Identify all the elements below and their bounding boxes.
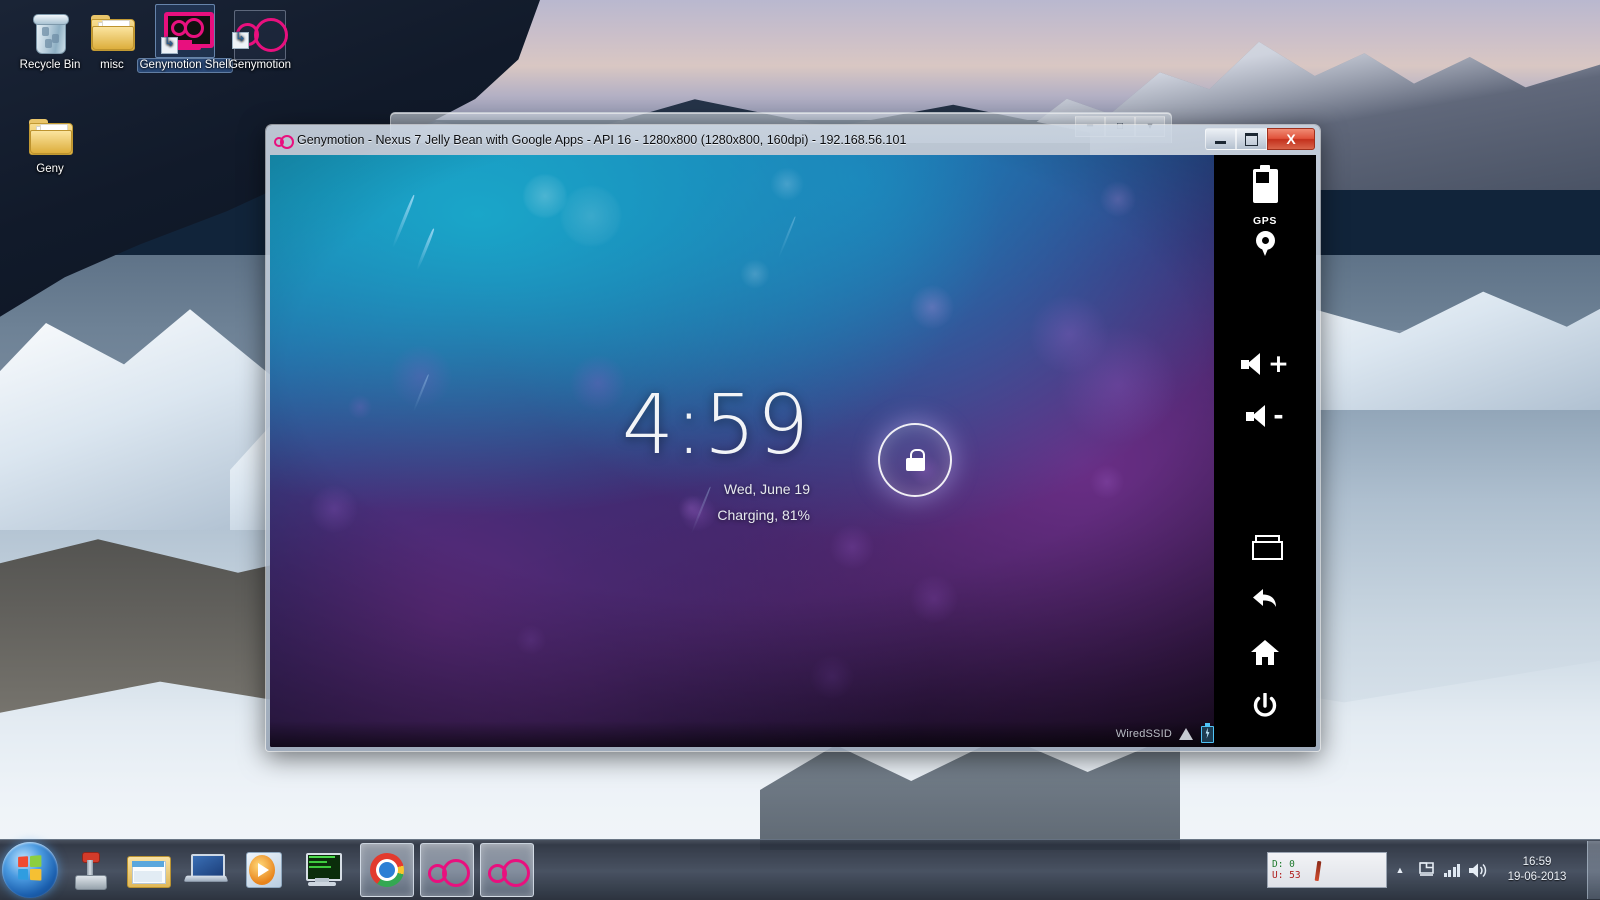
gps-label: GPS [1253, 215, 1277, 227]
clock-time: 16:59 [1491, 855, 1583, 870]
download-rate-label: D: 0 [1272, 859, 1386, 870]
taskbar-genymotion-button-1[interactable] [420, 843, 474, 897]
flag-icon [1418, 862, 1435, 879]
taskbar-computer-button[interactable] [180, 844, 232, 896]
explorer-icon [127, 853, 169, 887]
volume-down-icon [1246, 405, 1270, 427]
toolbar-back-button[interactable] [1214, 587, 1316, 611]
power-icon [1252, 693, 1278, 720]
taskbar-genymotion-button-2[interactable] [480, 843, 534, 897]
volume-button[interactable] [1465, 850, 1491, 890]
toolbar-gps-button[interactable]: GPS [1214, 215, 1316, 256]
action-center-button[interactable] [1413, 850, 1439, 890]
lockscreen-clock: 4:59 Wed, June 19 Charging, 81% [390, 385, 810, 523]
genymotion-icon [488, 859, 526, 881]
folder-icon [2, 112, 98, 160]
status-bar-ssid: WiredSSID [1116, 728, 1172, 740]
upload-rate-label: U: 53 [1272, 870, 1386, 881]
genymotion-icon [212, 8, 308, 56]
emulator-area: 4:59 Wed, June 19 Charging, 81% WiredSSI… [270, 155, 1316, 747]
taskbar-explorer-button[interactable] [122, 844, 174, 896]
home-icon [1251, 640, 1279, 665]
start-button[interactable] [2, 842, 58, 898]
toolbar-home-button[interactable] [1214, 640, 1316, 665]
android-screen[interactable]: 4:59 Wed, June 19 Charging, 81% WiredSSI… [270, 155, 1214, 747]
gps-pin-icon [1256, 231, 1275, 256]
toolbar-volume-up-button[interactable]: + [1214, 353, 1316, 375]
lockscreen-time: 4:59 [390, 385, 810, 467]
toolbar-battery-button[interactable] [1214, 169, 1316, 203]
taskbar-chrome-button[interactable] [360, 843, 414, 897]
window-controls[interactable]: X [1205, 128, 1315, 150]
show-hidden-icons-button[interactable]: ▲ [1387, 850, 1413, 890]
battery-charging-icon [1201, 726, 1214, 743]
toolbar-recent-apps-button[interactable] [1214, 535, 1316, 556]
chrome-icon [370, 853, 404, 887]
taskbar-joystick-button[interactable] [64, 844, 116, 896]
desktop-icon-label: Genymotion [227, 59, 293, 72]
computer-icon [185, 854, 227, 886]
genymotion-toolbar[interactable]: GPS + - [1214, 155, 1316, 747]
network-button[interactable] [1439, 850, 1465, 890]
genymotion-window-icon [274, 135, 290, 146]
battery-icon [1253, 169, 1278, 203]
genymotion-window-title: Genymotion - Nexus 7 Jelly Bean with Goo… [297, 133, 906, 147]
volume-icon [1468, 862, 1488, 879]
joystick-icon [70, 850, 110, 890]
android-status-bar[interactable]: WiredSSID [270, 721, 1214, 747]
lockscreen-date: Wed, June 19 [390, 481, 810, 497]
lockscreen-battery-status: Charging, 81% [390, 507, 810, 523]
taskbar-terminal-button[interactable] [296, 844, 348, 896]
system-tray[interactable]: D: 0 U: 53 ▲ 16:59 19 [1267, 840, 1600, 900]
toolbar-power-button[interactable] [1214, 693, 1316, 720]
toolbar-volume-down-button[interactable]: - [1214, 405, 1316, 427]
taskbar[interactable]: D: 0 U: 53 ▲ 16:59 19 [0, 839, 1600, 900]
desktop-icon-genymotion[interactable]: Genymotion [212, 8, 308, 72]
terminal-icon [302, 853, 342, 887]
desktop-icon-label: misc [98, 59, 126, 72]
network-meter-gadget[interactable]: D: 0 U: 53 [1267, 852, 1387, 888]
volume-up-label: + [1268, 355, 1289, 373]
minimize-button[interactable] [1205, 128, 1236, 150]
network-bars-icon [1444, 863, 1461, 877]
wifi-icon [1179, 728, 1194, 740]
media-player-icon [246, 852, 282, 888]
taskbar-clock[interactable]: 16:59 19-06-2013 [1491, 855, 1583, 885]
volume-down-label: - [1273, 407, 1283, 425]
volume-up-icon [1241, 353, 1265, 375]
genymotion-window[interactable]: Genymotion - Nexus 7 Jelly Bean with Goo… [266, 125, 1320, 751]
lockscreen-unlock-ring[interactable] [878, 423, 952, 497]
desktop-icon-geny[interactable]: Geny [2, 112, 98, 176]
taskbar-media-player-button[interactable] [238, 844, 290, 896]
maximize-button[interactable] [1236, 128, 1267, 150]
desktop-icon-label: Geny [34, 163, 66, 176]
recent-apps-icon [1252, 535, 1279, 556]
clock-date: 19-06-2013 [1491, 870, 1583, 885]
windows-logo-icon [18, 855, 44, 883]
show-desktop-button[interactable] [1587, 841, 1600, 899]
lock-icon [906, 449, 925, 471]
close-button[interactable]: X [1267, 128, 1315, 150]
genymotion-icon [428, 859, 466, 881]
back-icon [1251, 587, 1279, 611]
genymotion-titlebar[interactable]: Genymotion - Nexus 7 Jelly Bean with Goo… [266, 125, 1320, 155]
